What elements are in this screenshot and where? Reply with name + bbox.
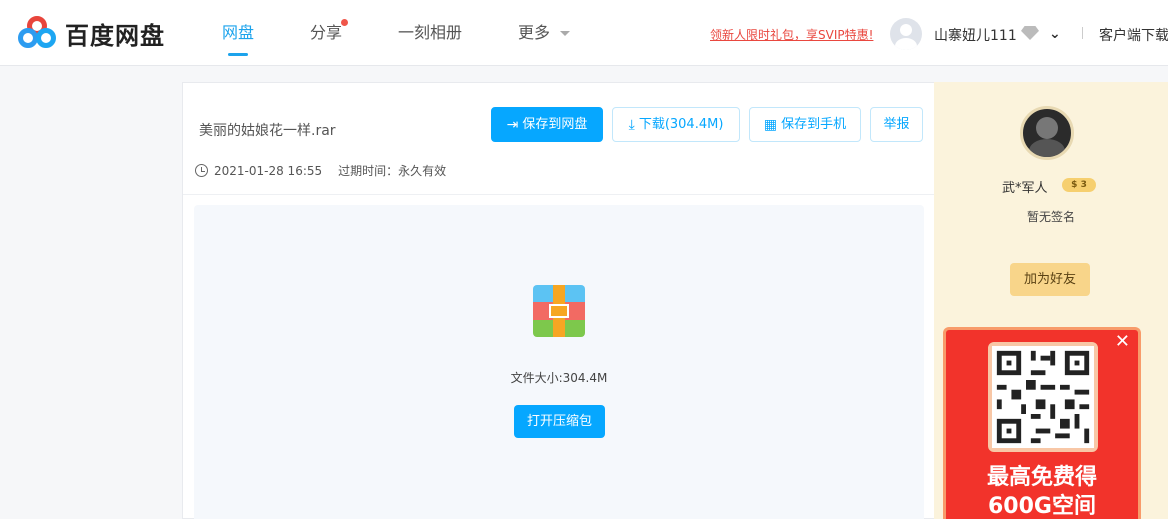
cloud-logo-icon — [18, 16, 58, 50]
chevron-down-icon — [560, 31, 571, 36]
nav-item-more[interactable]: 更多 — [518, 0, 571, 66]
username[interactable]: 山寨妞儿111 — [934, 25, 1017, 45]
clock-icon — [195, 164, 208, 177]
ad-subheadline: 600G空间 — [988, 494, 1096, 519]
divider — [1082, 27, 1083, 39]
notification-dot — [341, 19, 349, 26]
sharer-name: 武*军人 — [1002, 181, 1048, 196]
close-icon[interactable]: ✕ — [1115, 331, 1130, 352]
sharer-signature: 暂无签名 — [1026, 210, 1075, 224]
level-badge: $ 3 — [1062, 178, 1096, 192]
nav-label: 分享 — [310, 23, 343, 42]
nav-label: 更多 — [518, 23, 551, 42]
report-button[interactable]: 举报 — [870, 107, 923, 142]
promo-ad-banner[interactable]: ✕ 最高免费得 600G空间 — [943, 327, 1141, 519]
save-to-phone-button[interactable]: ▦ 保存到手机 — [749, 107, 861, 142]
baidu-netdisk-logo[interactable]: 百度网盘 — [18, 16, 165, 50]
qr-code-icon: ▦ — [763, 117, 778, 133]
vip-diamond-icon — [1021, 26, 1039, 40]
save-to-disk-button[interactable]: ⇥ 保存到网盘 — [491, 107, 603, 142]
file-size: 文件大小:304.4M — [510, 371, 608, 385]
nav-item-album[interactable]: 一刻相册 — [398, 0, 462, 66]
nav-item-netdisk[interactable]: 网盘 — [222, 0, 254, 66]
nav-label: 网盘 — [222, 23, 255, 42]
button-label: 保存到手机 — [781, 117, 847, 132]
share-file-card: 美丽的姑娘花一样.rar ⇥ 保存到网盘 ⤓ 下载(304.4M) ▦ 保存到手机 举… — [182, 82, 934, 519]
share-date: 2021-01-28 16:55 — [214, 163, 323, 178]
file-name: 美丽的姑娘花一样.rar — [199, 123, 336, 139]
main-nav: 网盘 分享 一刻相册 更多 — [222, 0, 626, 66]
download-icon: ⤓ — [628, 117, 635, 133]
button-label: 保存到网盘 — [522, 117, 588, 132]
archive-file-icon — [533, 285, 585, 337]
file-meta: 2021-01-28 16:55 过期时间：永久有效 — [195, 162, 446, 179]
level-value: 3 — [1080, 180, 1087, 190]
client-download-link[interactable]: 客户端下载 — [1099, 25, 1168, 45]
sharer-sidebar: 武*军人 $ 3 暂无签名 加为好友 ✕ 最高免费得 600G空间 — [934, 82, 1168, 519]
button-label: 下载(304.4M) — [638, 117, 724, 132]
file-preview-area: 文件大小:304.4M 打开压缩包 — [194, 205, 924, 519]
user-avatar[interactable] — [890, 18, 922, 50]
top-header: 百度网盘 网盘 分享 一刻相册 更多 领新人限时礼包，享SVIP特惠! 山寨妞儿… — [0, 0, 1168, 66]
nav-item-share[interactable]: 分享 — [310, 0, 349, 66]
chevron-down-icon[interactable]: ⌄ — [1049, 26, 1061, 42]
download-button[interactable]: ⤓ 下载(304.4M) — [612, 107, 740, 142]
divider — [183, 194, 934, 195]
qr-code-image — [988, 342, 1098, 452]
open-archive-button[interactable]: 打开压缩包 — [514, 405, 605, 438]
sharer-avatar[interactable] — [1020, 106, 1074, 160]
expire-time: 过期时间：永久有效 — [338, 164, 447, 178]
ad-headline: 最高免费得 — [986, 465, 1097, 490]
nav-label: 一刻相册 — [398, 23, 463, 42]
promo-link[interactable]: 领新人限时礼包，享SVIP特惠! — [710, 26, 873, 43]
logo-text: 百度网盘 — [65, 21, 165, 50]
save-icon: ⇥ — [506, 117, 519, 133]
add-friend-button[interactable]: 加为好友 — [1010, 263, 1090, 296]
